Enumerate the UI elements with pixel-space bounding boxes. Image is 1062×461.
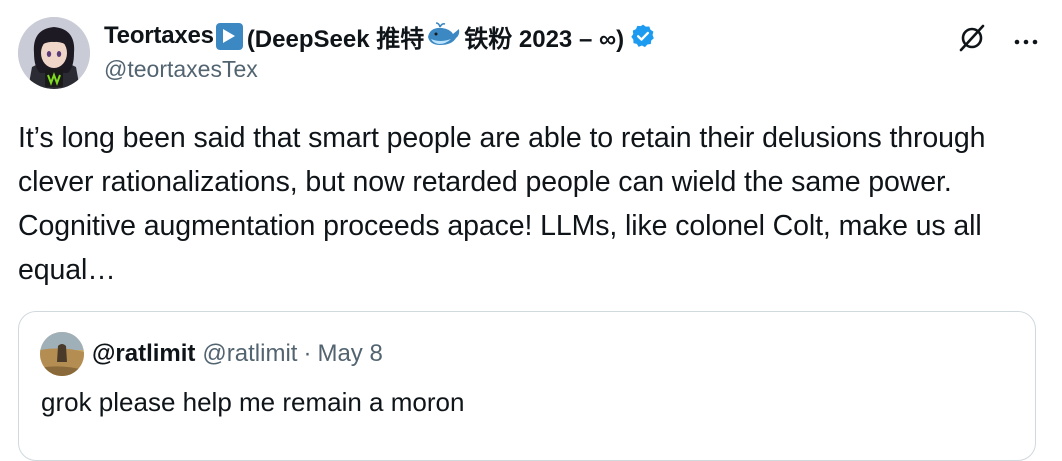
tweet-actions-top bbox=[956, 22, 1038, 54]
author-name-prefix: (DeepSeek 推特 bbox=[246, 25, 425, 53]
quoted-author-handle[interactable]: @ratlimit bbox=[202, 340, 297, 368]
more-icon[interactable] bbox=[1014, 26, 1038, 50]
author-name-row[interactable]: Teortaxes (DeepSeek 推特 铁粉 2023 – ∞) bbox=[104, 18, 656, 54]
quoted-text: grok please help me remain a moron bbox=[41, 387, 465, 417]
author-avatar[interactable] bbox=[18, 17, 90, 89]
anime-character-avatar-image bbox=[18, 17, 90, 89]
play-button-emoji-icon bbox=[215, 22, 243, 50]
quoted-author-avatar[interactable] bbox=[40, 332, 84, 376]
whale-emoji-icon bbox=[426, 21, 462, 52]
tweet-text: It’s long been said that smart people ar… bbox=[18, 122, 986, 286]
tweet-header: Teortaxes (DeepSeek 推特 铁粉 2023 – ∞) @teo… bbox=[104, 18, 656, 83]
verified-badge-icon[interactable] bbox=[630, 23, 656, 49]
quoted-header: @ratlimit @ratlimit · May 8 bbox=[92, 340, 383, 368]
author-display-name[interactable]: Teortaxes bbox=[104, 22, 214, 50]
quoted-author-name[interactable]: @ratlimit bbox=[92, 340, 195, 368]
author-handle[interactable]: @teortaxesTex bbox=[104, 56, 656, 83]
quoted-date[interactable]: May 8 bbox=[317, 340, 382, 368]
author-name-suffix: 铁粉 2023 – ∞) bbox=[464, 25, 625, 53]
grok-icon[interactable] bbox=[956, 22, 988, 54]
quoted-tweet[interactable]: @ratlimit @ratlimit · May 8 grok please … bbox=[18, 311, 1036, 461]
separator-dot: · bbox=[303, 340, 312, 367]
